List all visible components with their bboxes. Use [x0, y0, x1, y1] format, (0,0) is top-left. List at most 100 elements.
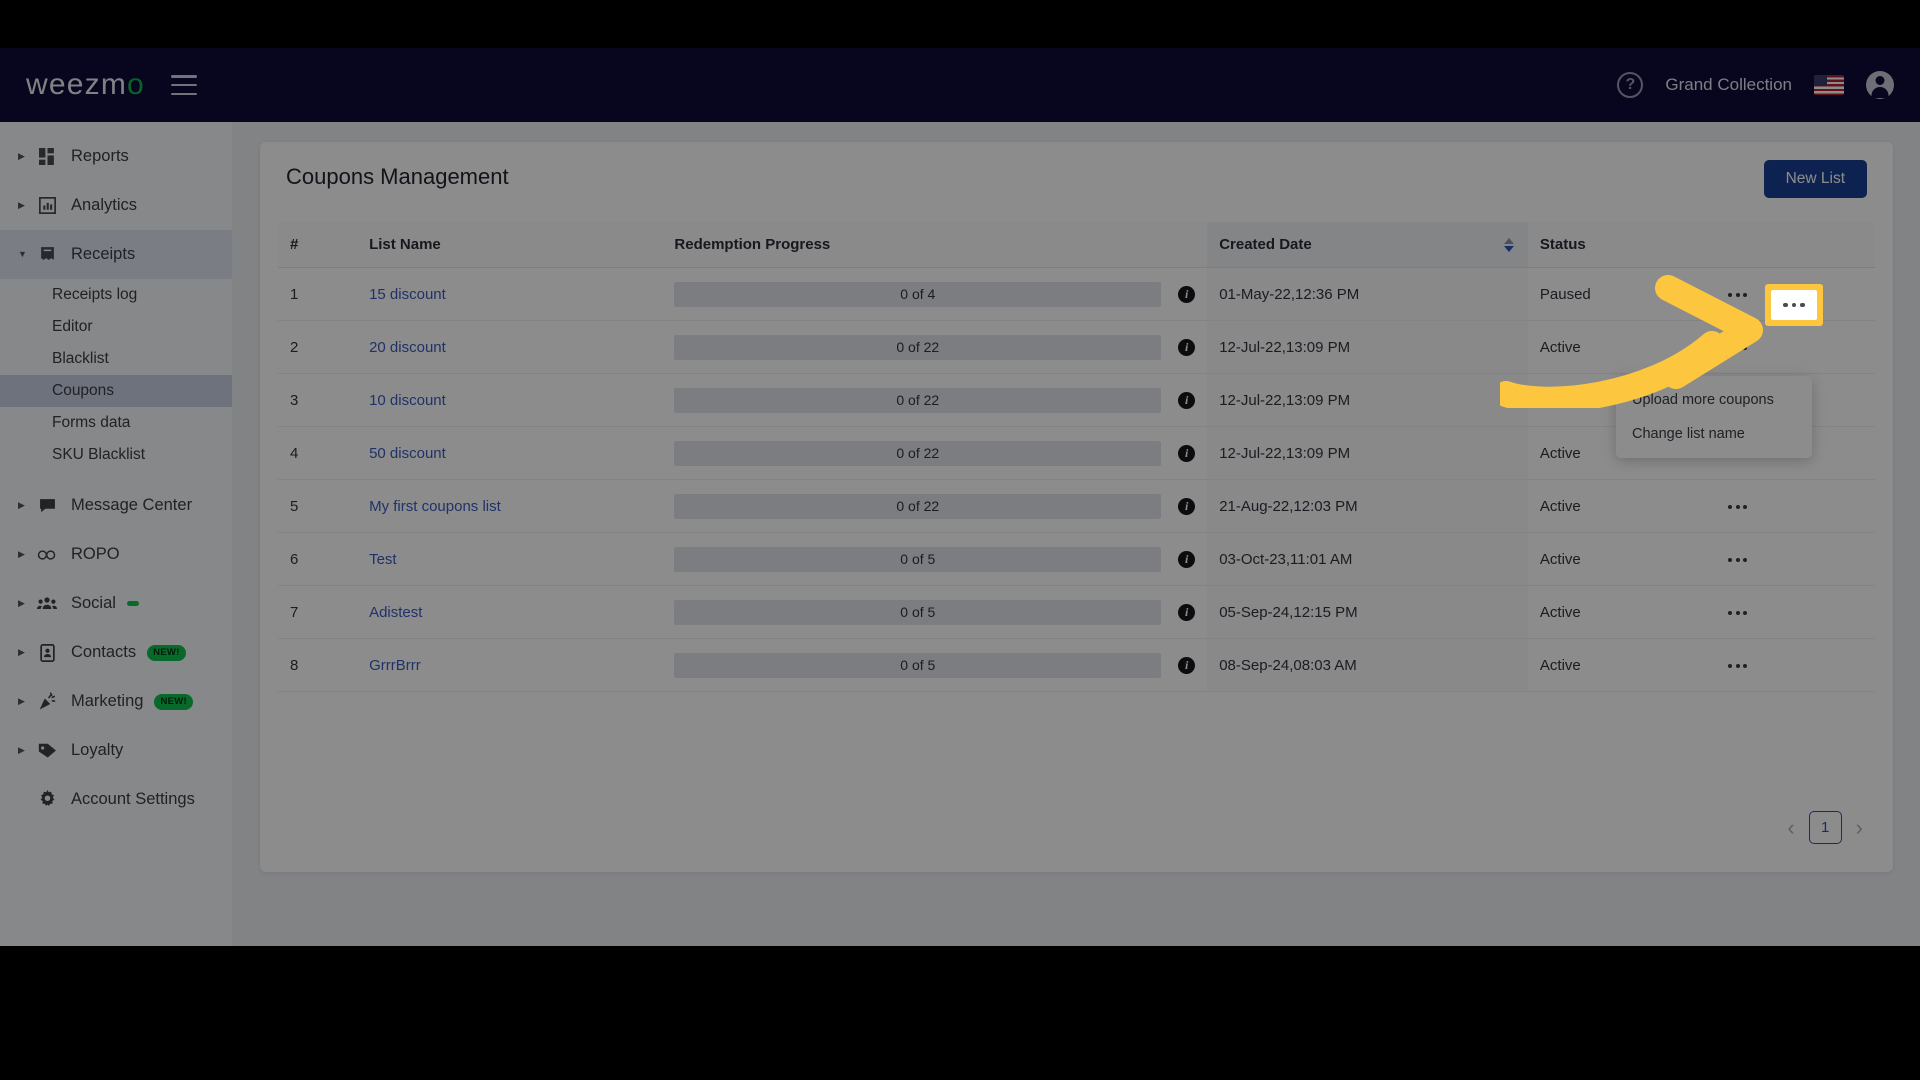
- prev-page-icon[interactable]: ‹: [1787, 816, 1794, 839]
- sidebar-item-reports[interactable]: ▶ Reports: [0, 132, 232, 181]
- progress-bar: 0 of 22: [674, 440, 1162, 466]
- sidebar-subitem-sku-blacklist[interactable]: SKU Blacklist: [0, 439, 232, 471]
- sidebar-navigation: ▶ Reports ▶ Analytics ▼ Receipts Receipt…: [0, 122, 232, 946]
- row-actions-menu-button[interactable]: [1724, 551, 1751, 569]
- new-badge: NEW!: [147, 644, 186, 661]
- cell-redemption-progress: 0 of 22 i: [662, 373, 1208, 427]
- list-name-link[interactable]: 15 discount: [369, 286, 446, 303]
- chevron-right-icon: ▶: [18, 598, 25, 608]
- cell-list-name: 20 discount: [357, 320, 663, 374]
- column-header-index: #: [278, 222, 358, 268]
- topbar-right-group: ? Grand Collection: [1617, 71, 1894, 99]
- help-icon[interactable]: ?: [1617, 72, 1644, 98]
- list-name-link[interactable]: 10 discount: [369, 392, 446, 409]
- sidebar-subitem-forms-data[interactable]: Forms data: [0, 407, 232, 439]
- progress-wrapper: 0 of 5 i: [674, 652, 1207, 678]
- next-page-icon[interactable]: ›: [1856, 816, 1863, 839]
- cell-redemption-progress: 0 of 5 i: [662, 638, 1208, 692]
- progress-bar: 0 of 22: [674, 387, 1162, 413]
- status-badge: Active: [1527, 532, 1713, 586]
- sidebar-item-label: Receipts: [71, 245, 136, 263]
- info-icon[interactable]: i: [1178, 285, 1196, 303]
- cell-created-date: 05-Sep-24,12:15 PM: [1207, 585, 1528, 639]
- sidebar-item-ropo[interactable]: ▶ ROPO: [0, 530, 232, 579]
- row-actions-menu-button[interactable]: [1724, 657, 1751, 675]
- weezmo-logo[interactable]: weezm o: [26, 68, 145, 102]
- info-icon[interactable]: i: [1178, 444, 1196, 462]
- sidebar-subitem-blacklist[interactable]: Blacklist: [0, 343, 232, 375]
- sidebar-subitem-coupons[interactable]: Coupons: [0, 375, 232, 407]
- menu-item-change-list-name[interactable]: Change list name: [1616, 417, 1812, 451]
- list-name-link[interactable]: GrrrBrrr: [369, 657, 421, 674]
- table-row: 1 15 discount 0 of 4 i 01-May-22,12:36 PM Pau…: [278, 267, 1875, 321]
- info-icon[interactable]: i: [1178, 497, 1196, 515]
- list-name-link[interactable]: My first coupons list: [369, 498, 501, 515]
- menu-item-upload-more-coupons[interactable]: Upload more coupons: [1616, 383, 1812, 417]
- ellipsis-icon: [1771, 290, 1817, 320]
- row-actions-menu-button[interactable]: [1724, 604, 1751, 622]
- sidebar-item-analytics[interactable]: ▶ Analytics: [0, 181, 232, 230]
- sidebar-item-account-settings[interactable]: Account Settings: [0, 775, 232, 824]
- sidebar-item-label: Reports: [71, 147, 129, 165]
- us-flag-icon[interactable]: [1814, 75, 1844, 95]
- hamburger-menu-icon[interactable]: [170, 75, 197, 95]
- info-icon[interactable]: i: [1178, 550, 1196, 568]
- cell-index: 7: [278, 585, 358, 639]
- status-badge: Active: [1527, 320, 1713, 374]
- sidebar-item-loyalty[interactable]: ▶ Loyalty: [0, 726, 232, 775]
- cell-list-name: Adistest: [357, 585, 663, 639]
- sort-toggle-icon[interactable]: [1503, 237, 1514, 252]
- cell-list-name: 10 discount: [357, 373, 663, 427]
- gear-icon: [32, 790, 62, 809]
- row-actions-menu-button[interactable]: [1724, 286, 1751, 304]
- cell-index: 8: [278, 638, 358, 692]
- highlighted-row-actions-button[interactable]: [1765, 284, 1823, 326]
- sidebar-item-marketing[interactable]: ▶ Marketing NEW!: [0, 677, 232, 726]
- infinity-icon: [32, 548, 62, 562]
- sidebar-item-label: Message Center: [71, 496, 193, 514]
- logo-text: weezm: [26, 68, 128, 101]
- row-actions-menu-button[interactable]: [1724, 498, 1751, 516]
- sidebar-item-message-center[interactable]: ▶ Message Center: [0, 481, 232, 530]
- table-header: # List Name Redemption Progress Created …: [278, 222, 1875, 268]
- info-icon[interactable]: i: [1178, 338, 1196, 356]
- info-icon[interactable]: i: [1178, 391, 1196, 409]
- page-title: Coupons Management: [286, 164, 509, 189]
- cell-redemption-progress: 0 of 5 i: [662, 532, 1208, 586]
- info-icon[interactable]: i: [1178, 656, 1196, 674]
- sidebar-item-receipts[interactable]: ▼ Receipts: [0, 230, 232, 279]
- table-row: 7 Adistest 0 of 5 i 05-Sep-24,12:15 PM Active: [278, 585, 1875, 639]
- new-list-button[interactable]: New List: [1763, 160, 1867, 198]
- row-actions-dropdown-menu: Upload more coupons Change list name: [1616, 376, 1812, 458]
- account-circle-icon[interactable]: [1866, 71, 1894, 99]
- sidebar-subitem-receipts-log[interactable]: Receipts log: [0, 279, 232, 311]
- sidebar-item-social[interactable]: ▶ Social: [0, 579, 232, 628]
- list-name-link[interactable]: 50 discount: [369, 445, 446, 462]
- column-header-created-date[interactable]: Created Date: [1207, 222, 1528, 268]
- cell-redemption-progress: 0 of 4 i: [662, 267, 1208, 321]
- info-icon[interactable]: i: [1178, 603, 1196, 621]
- table-body: 1 15 discount 0 of 4 i 01-May-22,12:36 PM Pau…: [278, 267, 1875, 692]
- cell-created-date: 03-Oct-23,11:01 AM: [1207, 532, 1528, 586]
- sidebar-item-contacts[interactable]: ▶ Contacts NEW!: [0, 628, 232, 677]
- cell-actions: [1712, 320, 1875, 374]
- table-header-row: # List Name Redemption Progress Created …: [278, 222, 1875, 268]
- progress-bar: 0 of 22: [674, 493, 1162, 519]
- cell-redemption-progress: 0 of 22 i: [662, 320, 1208, 374]
- sidebar-subitem-label: Coupons: [52, 382, 115, 399]
- page-number-1[interactable]: 1: [1808, 811, 1842, 844]
- sidebar-subitem-label: Editor: [52, 318, 93, 335]
- list-name-link[interactable]: Test: [369, 551, 397, 568]
- sidebar-subitem-editor[interactable]: Editor: [0, 311, 232, 343]
- progress-wrapper: 0 of 22 i: [674, 334, 1207, 360]
- cell-actions: [1712, 585, 1875, 639]
- sidebar-item-label: Marketing: [71, 692, 144, 710]
- list-name-link[interactable]: Adistest: [369, 604, 422, 621]
- flag-canton: [1814, 75, 1827, 86]
- list-name-link[interactable]: 20 discount: [369, 339, 446, 356]
- chevron-right-icon: ▶: [18, 745, 25, 755]
- contact-card-icon: [32, 643, 62, 662]
- row-actions-menu-button[interactable]: [1724, 339, 1751, 357]
- account-name-label: Grand Collection: [1665, 75, 1792, 94]
